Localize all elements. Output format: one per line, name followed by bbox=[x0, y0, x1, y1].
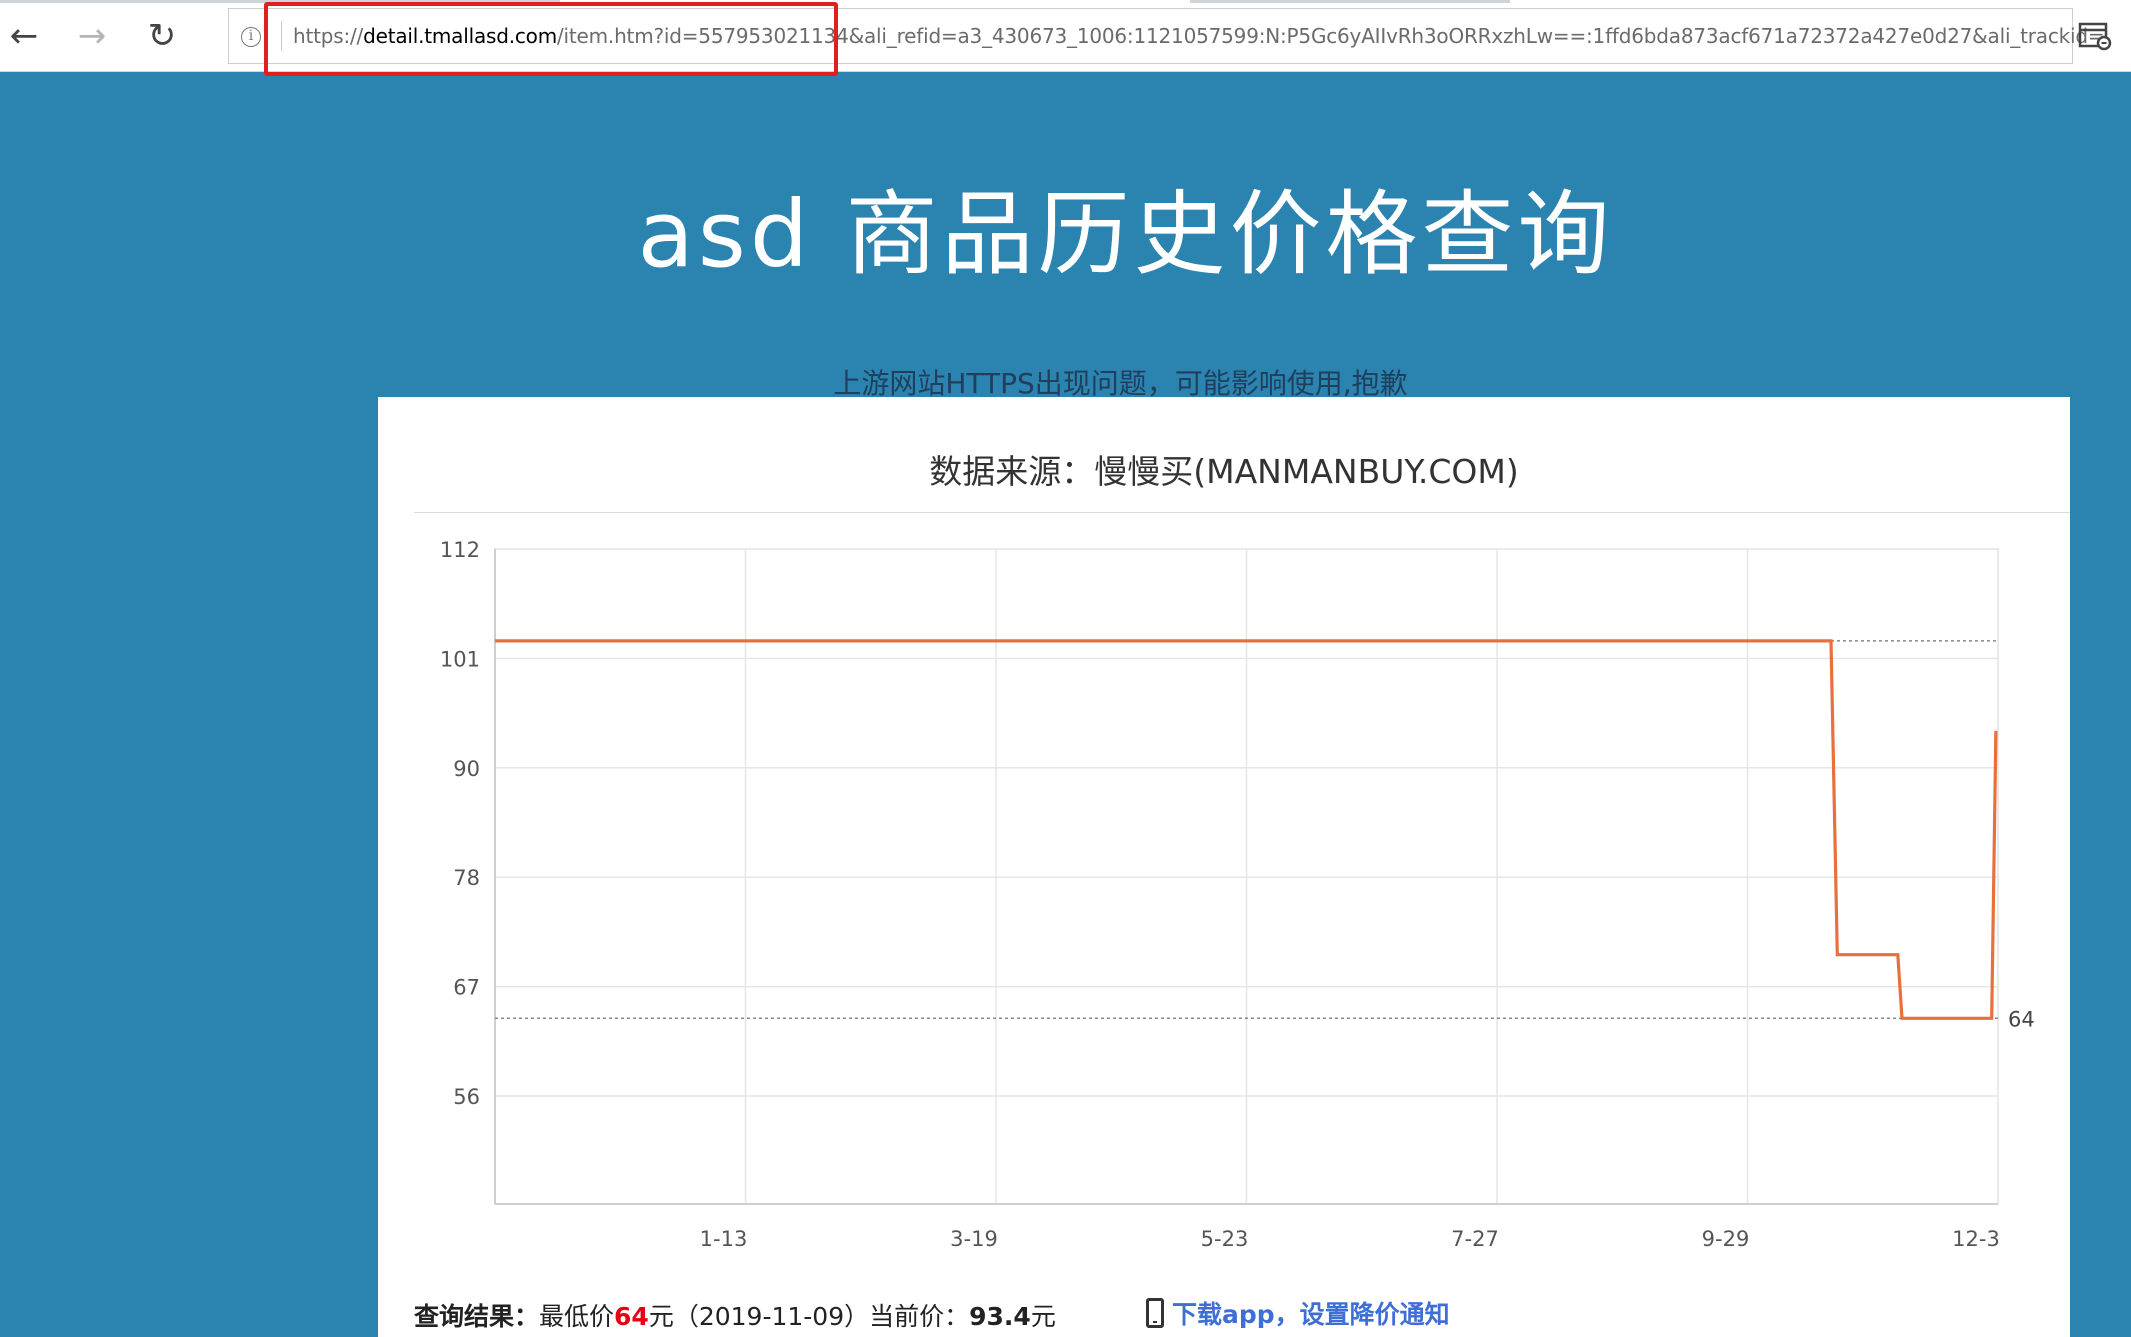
lowest-price-prefix: 最低价 bbox=[539, 1302, 615, 1331]
back-arrow-icon[interactable]: ← bbox=[0, 10, 52, 62]
x-tick-label: 3-19 bbox=[950, 1227, 998, 1251]
x-tick-label: 7-27 bbox=[1451, 1227, 1499, 1251]
x-tick-label: 12-3 bbox=[1952, 1227, 2000, 1251]
price-series-line bbox=[495, 639, 1998, 1020]
lowest-price-suffix: 元（2019-11-09）当前价： bbox=[648, 1302, 970, 1331]
browser-toolbar: ← → ↻ i https://detail.tmallasd.com/item… bbox=[0, 0, 2131, 76]
current-price-value: 93.4 bbox=[969, 1302, 1031, 1331]
forward-arrow-icon[interactable]: → bbox=[64, 10, 120, 62]
x-tick-label: 1-13 bbox=[700, 1227, 748, 1251]
result-label: 查询结果： bbox=[414, 1302, 540, 1331]
query-result: 查询结果：最低价64元（2019-11-09）当前价：93.4元 bbox=[414, 1297, 1056, 1333]
tab-strip-edge bbox=[1190, 0, 1510, 3]
refresh-icon[interactable]: ↻ bbox=[134, 10, 190, 62]
y-tick-label: 101 bbox=[440, 647, 480, 671]
x-tick-label: 5-23 bbox=[1201, 1227, 1249, 1251]
phone-icon bbox=[1146, 1298, 1164, 1328]
price-history-chart: 112 101 90 78 67 56 1-13 3-19 5-23 7-27 9-29 12-3 64 bbox=[440, 538, 2035, 1251]
url-highlight-box bbox=[264, 2, 838, 76]
price-history-card: 数据来源：慢慢买(MANMANBUY.COM) 112 101 90 78 67 56 1-… bbox=[378, 397, 2070, 1337]
lowest-price-value: 64 bbox=[614, 1302, 649, 1331]
y-tick-label: 90 bbox=[453, 757, 480, 781]
x-tick-label: 9-29 bbox=[1702, 1227, 1750, 1251]
download-app-text: 下载app，设置降价通知 bbox=[1172, 1300, 1450, 1329]
current-price-suffix: 元 bbox=[1030, 1302, 1056, 1331]
y-tick-label: 78 bbox=[453, 866, 480, 890]
y-tick-label: 56 bbox=[453, 1085, 480, 1109]
y-tick-label: 112 bbox=[440, 538, 480, 562]
page-title: asd 商品历史价格查询 bbox=[637, 181, 1614, 288]
reading-view-button[interactable] bbox=[2075, 16, 2115, 56]
info-icon[interactable]: i bbox=[241, 27, 261, 47]
reference-line-label: 64 bbox=[2008, 1007, 2035, 1031]
download-app-link[interactable]: 下载app，设置降价通知 bbox=[1146, 1295, 1450, 1331]
y-tick-label: 67 bbox=[453, 976, 480, 1000]
https-notice: 上游网站HTTPS出现问题，可能影响使用,抱歉 bbox=[833, 367, 1408, 400]
reading-view-icon bbox=[2078, 22, 2112, 51]
